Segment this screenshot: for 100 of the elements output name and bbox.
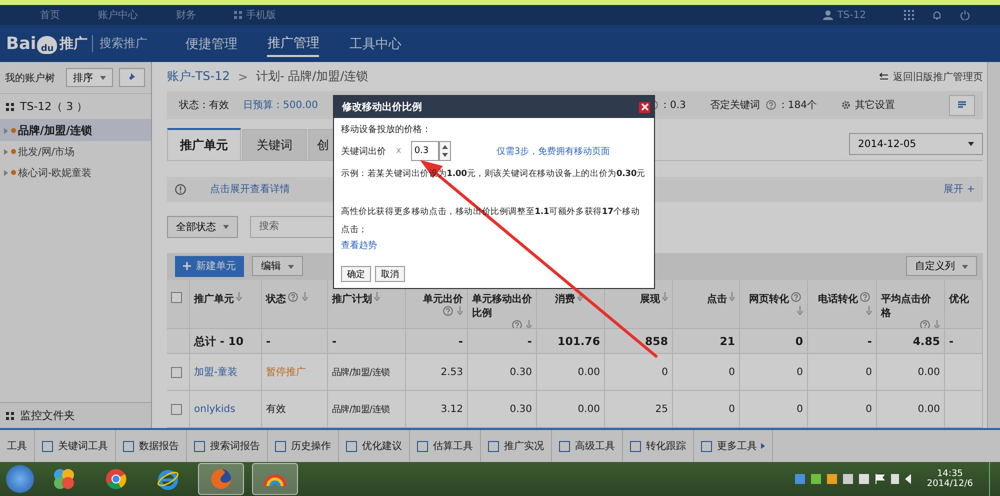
list-view-button[interactable]: [949, 94, 975, 116]
date-dropdown[interactable]: 2014-12-05: [849, 133, 983, 156]
breadcrumb-link[interactable]: 账户-TS-12: [167, 68, 230, 86]
sort-icon[interactable]: [866, 306, 872, 315]
device-icon[interactable]: [890, 474, 899, 484]
column-header[interactable]: 推广单元: [194, 292, 234, 306]
tray-icon[interactable]: [810, 474, 821, 484]
pin-button[interactable]: [119, 68, 146, 87]
expand-icon[interactable]: [4, 148, 8, 154]
caret-icon: [288, 264, 294, 269]
expand-link[interactable]: 展开 +: [943, 182, 975, 196]
notice-link[interactable]: 点击展开查看详情: [210, 182, 290, 196]
flag-icon[interactable]: [874, 474, 885, 484]
tab[interactable]: 推广单元: [167, 128, 241, 160]
checkbox[interactable]: [171, 366, 182, 378]
sort-icon[interactable]: [577, 292, 583, 301]
new-unit-button[interactable]: 新建单元: [175, 256, 244, 277]
close-button[interactable]: [639, 102, 650, 112]
taskbar-app[interactable]: [252, 463, 298, 495]
other-settings-link[interactable]: 其它设置: [855, 98, 895, 112]
help-icon[interactable]: [512, 320, 522, 328]
table-cell: 0: [866, 404, 872, 414]
apps-icon[interactable]: [904, 10, 914, 20]
table-cell: 4.85: [912, 334, 940, 348]
custom-columns-dropdown[interactable]: 自定义列: [906, 256, 977, 276]
help-icon[interactable]: [920, 320, 930, 328]
expand-icon[interactable]: [4, 128, 8, 134]
unit-link[interactable]: onlykids: [194, 404, 236, 414]
header-menu-tab[interactable]: 工具中心: [349, 32, 402, 56]
user-icon: [823, 10, 834, 20]
sidebar-title: 我的账户树: [5, 72, 56, 84]
help-icon[interactable]: [766, 100, 776, 110]
mobile-ratio-value: ：0.3: [660, 99, 686, 112]
status-filter[interactable]: 全部状态: [167, 216, 238, 238]
plan-item[interactable]: 品牌/加盟/连锁: [0, 120, 151, 141]
column-header[interactable]: 推广计划: [332, 292, 372, 306]
back-link[interactable]: 返回旧版推广管理页: [893, 70, 983, 84]
volume-icon[interactable]: [904, 474, 911, 484]
sort-dropdown[interactable]: 排序: [66, 68, 114, 87]
taskbar-app[interactable]: [198, 463, 244, 495]
price-label: 移动设备投放的价格：: [341, 124, 432, 136]
column-header[interactable]: 消费: [555, 292, 575, 306]
column-header[interactable]: 单元出价: [423, 292, 463, 306]
tool-icon: [346, 440, 357, 452]
baidu-logo[interactable]: Bai du 推广: [6, 34, 88, 54]
dialog-button[interactable]: 确定: [341, 266, 371, 282]
help-icon[interactable]: [288, 292, 298, 302]
plan-item[interactable]: 核心词-欧妮童装: [0, 162, 151, 183]
help-icon[interactable]: [791, 292, 801, 302]
unit-link[interactable]: 加盟-童装: [194, 365, 238, 379]
ratio-input[interactable]: 0.3: [411, 141, 440, 161]
promo-link[interactable]: 仅需3步，免费拥有移动页面: [496, 144, 610, 158]
checkbox[interactable]: [171, 292, 182, 303]
tray-icon[interactable]: [794, 474, 805, 484]
column-header[interactable]: 电话转化: [818, 292, 858, 306]
column-header[interactable]: 点击: [707, 292, 727, 306]
tray-icon[interactable]: [826, 474, 837, 484]
help-icon[interactable]: [443, 306, 453, 316]
sort-icon[interactable]: [302, 292, 308, 301]
start-button[interactable]: [6, 465, 34, 493]
column-header[interactable]: 状态: [266, 292, 286, 306]
tool-icon: [417, 440, 428, 452]
sort-icon[interactable]: [526, 320, 532, 328]
help-icon[interactable]: [860, 292, 870, 302]
budget-link[interactable]: 日预算：500.00: [243, 98, 318, 112]
plan-dot: [11, 128, 16, 133]
table-cell: 0: [795, 334, 803, 348]
column-header[interactable]: 单元移动出价比例: [472, 292, 532, 320]
header-menu-tab[interactable]: 便捷管理: [185, 32, 238, 56]
plan-item[interactable]: 批发/网/市场: [0, 141, 151, 162]
column-header[interactable]: 展现: [640, 292, 660, 306]
table-cell: 3.12: [440, 404, 463, 414]
sort-icon[interactable]: [934, 320, 940, 328]
pinwheel-icon: [53, 468, 75, 490]
edit-dropdown[interactable]: 编辑: [252, 256, 304, 276]
sort-icon[interactable]: [729, 292, 735, 301]
sort-icon[interactable]: [662, 292, 668, 301]
bell-icon[interactable]: [932, 10, 942, 20]
column-header[interactable]: 优化: [949, 292, 969, 306]
checkbox[interactable]: [171, 404, 182, 414]
sort-icon[interactable]: [236, 292, 242, 301]
column-header[interactable]: 平均点击价格: [881, 292, 940, 320]
spinner-arrows-icon[interactable]: [439, 141, 452, 161]
header-menu-tab[interactable]: 推广管理: [267, 30, 320, 56]
caret-icon: [100, 76, 106, 80]
column-header[interactable]: 网页转化: [749, 292, 789, 306]
expand-icon[interactable]: [4, 170, 8, 176]
tab[interactable]: 关键词: [242, 129, 307, 160]
power-icon[interactable]: [960, 10, 970, 20]
table-cell: 0.30: [510, 404, 532, 414]
scrollbar[interactable]: [987, 62, 1000, 428]
sort-icon[interactable]: [797, 306, 803, 315]
dialog-button[interactable]: 取消: [375, 266, 405, 282]
tray-icon[interactable]: [842, 474, 853, 484]
account-name[interactable]: TS-12（ 3 ）: [20, 99, 88, 114]
sort-icon[interactable]: [374, 292, 380, 301]
tool-icon: [123, 440, 134, 452]
table-cell: 0: [728, 366, 735, 378]
sort-icon[interactable]: [457, 306, 463, 315]
trend-link[interactable]: 查看趋势: [341, 239, 647, 252]
